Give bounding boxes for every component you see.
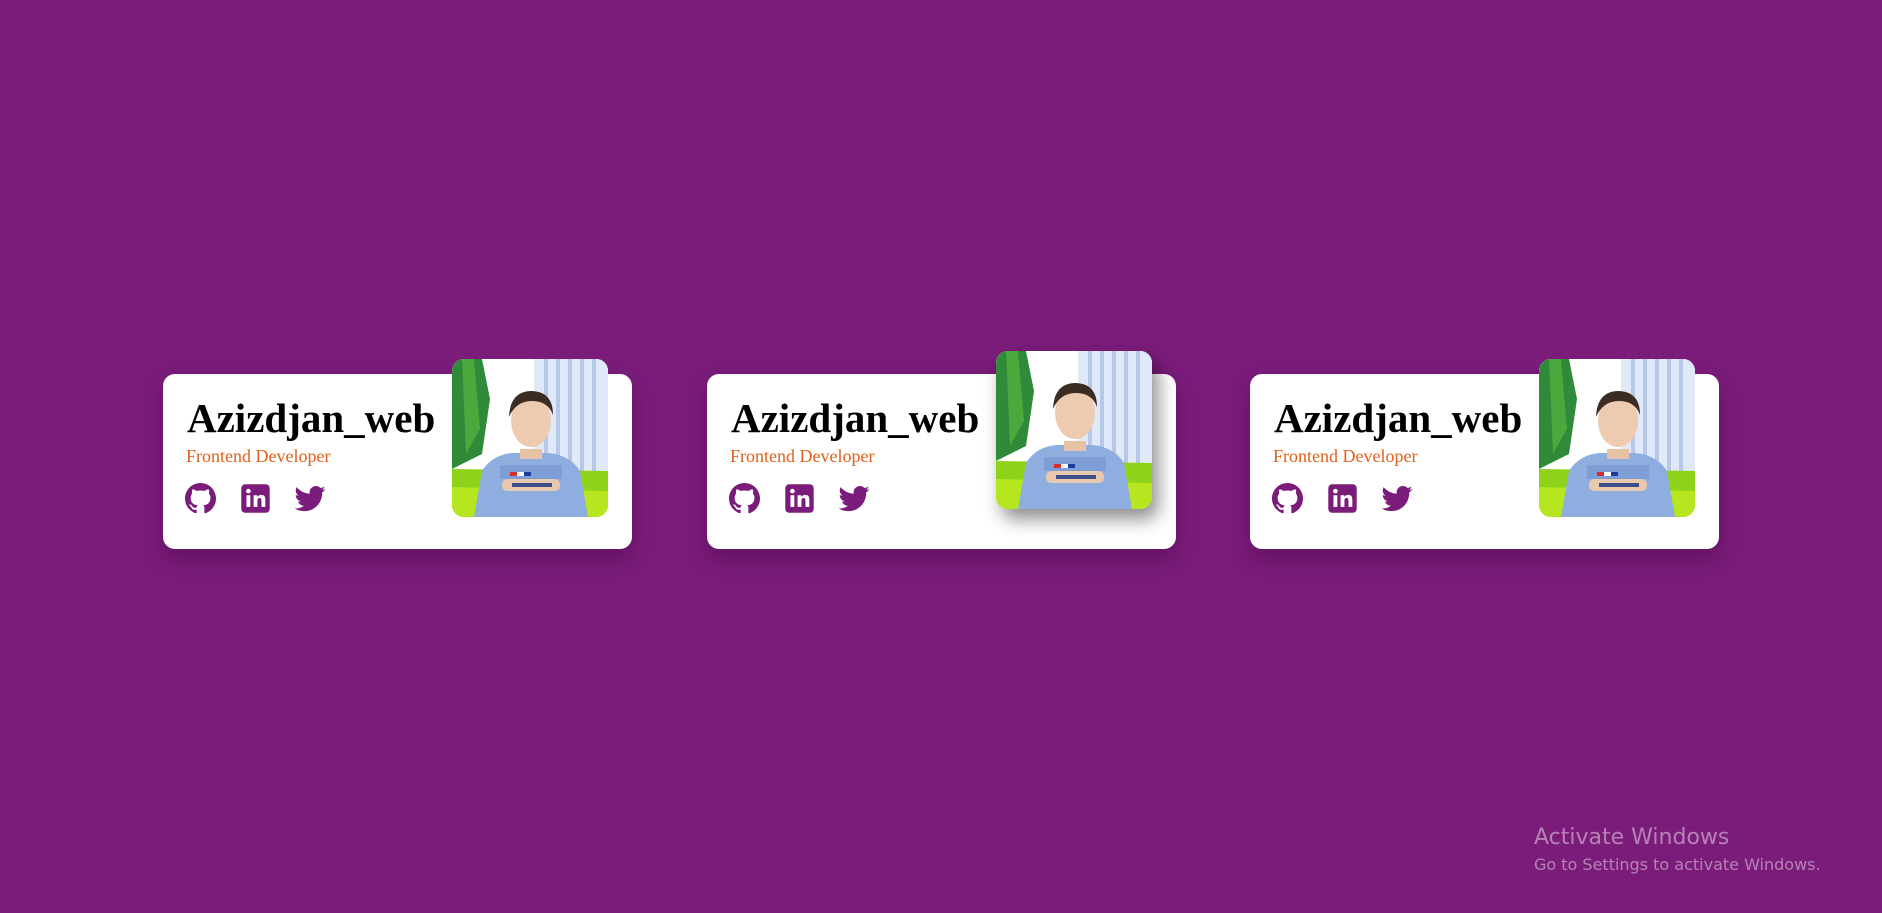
github-icon[interactable] (1272, 483, 1303, 514)
twitter-icon[interactable] (295, 483, 326, 514)
profile-photo (1539, 359, 1695, 517)
profile-role: Frontend Developer (730, 446, 875, 466)
profile-role: Frontend Developer (186, 446, 331, 466)
github-icon[interactable] (185, 483, 216, 514)
profile-name: Azizdjan_web (1274, 395, 1523, 441)
profile-photo (996, 351, 1152, 509)
social-links (1272, 483, 1413, 514)
twitter-icon[interactable] (839, 483, 870, 514)
github-icon[interactable] (729, 483, 760, 514)
linkedin-icon[interactable] (240, 483, 271, 514)
social-links (185, 483, 326, 514)
profile-card-1: Azizdjan_web Frontend Developer (163, 359, 632, 549)
activate-windows-watermark: Activate Windows Go to Settings to activ… (1534, 824, 1821, 876)
linkedin-icon[interactable] (1327, 483, 1358, 514)
profile-photo (452, 359, 608, 517)
social-links (729, 483, 870, 514)
profile-card-2: Azizdjan_web Frontend Developer (707, 351, 1176, 549)
watermark-title: Activate Windows (1534, 825, 1730, 850)
profile-name: Azizdjan_web (731, 395, 980, 441)
profile-card-3: Azizdjan_web Frontend Developer (1250, 359, 1719, 549)
twitter-icon[interactable] (1382, 483, 1413, 514)
linkedin-icon[interactable] (784, 483, 815, 514)
watermark-subtitle: Go to Settings to activate Windows. (1534, 855, 1821, 874)
profile-role: Frontend Developer (1273, 446, 1418, 466)
profile-name: Azizdjan_web (187, 395, 436, 441)
